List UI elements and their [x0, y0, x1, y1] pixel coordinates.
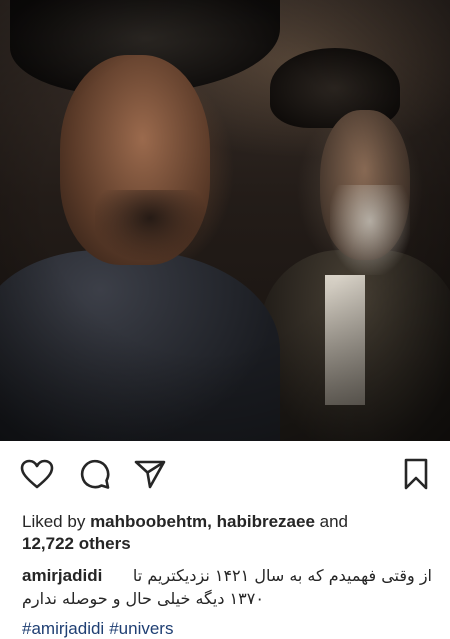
likes-count[interactable]: 12,722 others — [22, 534, 131, 553]
liker-username[interactable]: habibrezaee — [217, 512, 315, 531]
like-button[interactable] — [18, 455, 56, 493]
post-photo[interactable] — [0, 0, 450, 441]
caption-text-line1: از وقتی فهمیدم که به سال ۱۴۲۱ نزدیکتریم … — [132, 566, 432, 585]
likes-prefix: Liked by — [22, 512, 86, 531]
hashtag-link[interactable]: #amirjadidi — [22, 619, 104, 638]
likes-connector: and — [319, 512, 349, 531]
heart-icon — [20, 459, 54, 489]
caption-text-line2: ۱۳۷۰ دیگه خیلی حال و حوصله ندارم — [22, 589, 264, 608]
likes-summary: Liked by mahboobehtm, habibrezaee and 12… — [22, 511, 432, 555]
liker-username[interactable]: mahboobehtm, — [90, 512, 212, 531]
paper-plane-icon — [134, 460, 166, 489]
photo-vignette — [0, 0, 450, 441]
hashtag-link[interactable]: #univers — [109, 619, 173, 638]
bookmark-icon — [404, 458, 428, 490]
share-button[interactable] — [131, 455, 169, 493]
caption-username[interactable]: amirjadidi — [22, 564, 102, 587]
hashtags: #amirjadidi #univers — [22, 618, 432, 639]
comment-button[interactable] — [76, 455, 114, 493]
save-button[interactable] — [397, 455, 435, 493]
action-bar — [0, 441, 450, 507]
comment-bubble-icon — [80, 459, 110, 489]
post-caption: amirjadidi از وقتی فهمیدم که به سال ۱۴۲۱… — [22, 564, 432, 610]
